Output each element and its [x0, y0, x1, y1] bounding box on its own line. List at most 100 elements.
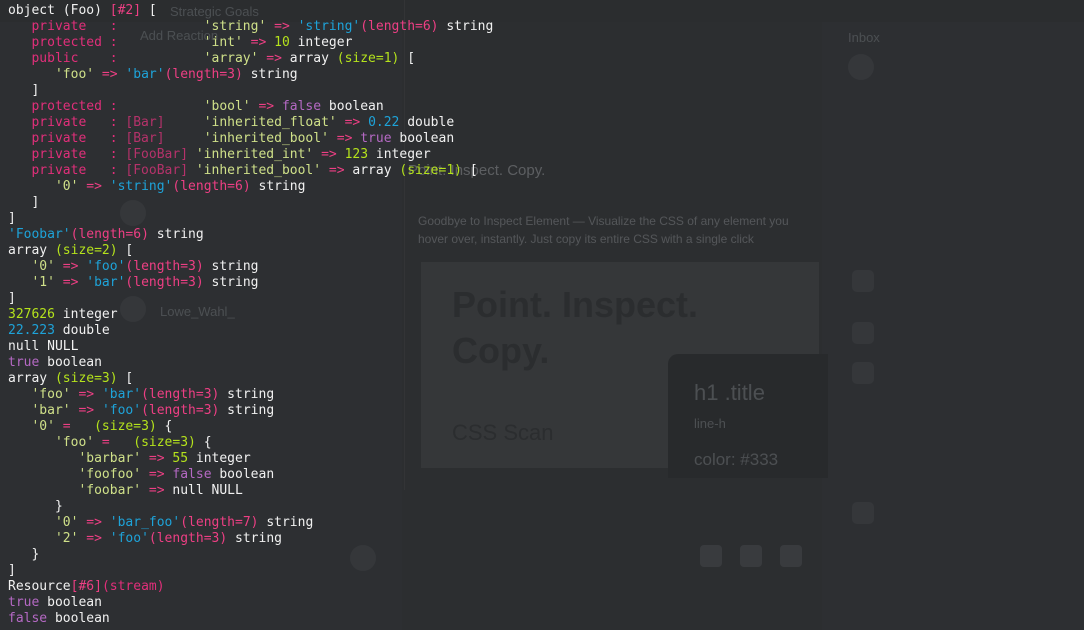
number-value: (size=2) [54, 243, 118, 258]
number-value: (size=3) [54, 371, 118, 386]
type-label: array [289, 51, 337, 66]
array-key: 'inherited_int' [195, 147, 314, 162]
meta-annotation: => [250, 99, 282, 114]
visibility-keyword: private : [31, 147, 118, 162]
type-label: string [438, 19, 494, 34]
array-key: '0' [54, 179, 79, 194]
class-name: [FooBar] [125, 163, 189, 178]
punctuation: [ [117, 371, 134, 386]
array-key: 'foo' [54, 67, 95, 82]
punctuation [8, 259, 31, 274]
output-line: private : [FooBar] 'inherited_int' => 12… [8, 147, 493, 163]
punctuation: [ [399, 51, 416, 66]
output-line: 'bar' => 'foo'(length=3) string [8, 403, 493, 419]
punctuation [8, 51, 31, 66]
punctuation: [ [117, 243, 134, 258]
output-line: array (size=2) [ [8, 243, 493, 259]
visibility-keyword: public : [31, 51, 118, 66]
class-name: [Bar] [125, 131, 165, 146]
meta-annotation: => [328, 131, 361, 146]
meta-annotation: = [94, 435, 126, 450]
punctuation: { [156, 419, 173, 434]
punctuation: } [8, 499, 63, 514]
array-key: '1' [31, 275, 55, 290]
meta-annotation: (length=6) [70, 227, 149, 242]
output-line: ] [8, 211, 493, 227]
boolean-value: true [8, 595, 40, 610]
output-line: ] [8, 195, 493, 211]
gift-icon[interactable] [700, 545, 722, 567]
punctuation: } [8, 547, 40, 562]
meta-annotation: => [70, 403, 102, 418]
meta-annotation: (length=6) [172, 179, 251, 194]
sidebar-icon[interactable] [852, 322, 874, 344]
emoji-icon[interactable] [780, 545, 802, 567]
output-line: public : 'array' => array (size=1) [ [8, 51, 493, 67]
meta-annotation: => [78, 179, 110, 194]
number-value: 327626 [8, 307, 55, 322]
output-line: 'Foobar'(length=6) string [8, 227, 493, 243]
visibility-keyword: private : [31, 115, 118, 130]
punctuation [118, 51, 204, 66]
output-line: '1' => 'bar'(length=3) string [8, 275, 493, 291]
array-key: 'array' [203, 51, 259, 66]
string-value: 'string' [109, 179, 173, 194]
array-key: 'foo' [31, 387, 71, 402]
punctuation: ] [8, 211, 16, 226]
meta-annotation: (length=7) [180, 515, 259, 530]
punctuation [8, 163, 31, 178]
type-label: null NULL [8, 339, 79, 354]
sidebar-icon[interactable] [852, 270, 874, 292]
number-value: 123 [344, 147, 369, 162]
string-value: 'foo' [101, 403, 142, 418]
meta-annotation: (length=3) [141, 403, 220, 418]
visibility-keyword: private : [31, 163, 118, 178]
type-label: string [227, 531, 282, 546]
type-label: boolean [47, 611, 110, 626]
meta-annotation: (length=6) [360, 19, 439, 34]
punctuation [118, 99, 204, 114]
sidebar-icon[interactable] [852, 362, 874, 384]
output-line: '0' = (size=3) { [8, 419, 493, 435]
output-line: } [8, 499, 493, 515]
gif-icon[interactable] [740, 545, 762, 567]
boolean-value: false [8, 611, 48, 626]
type-label: double [54, 323, 110, 338]
type-label: string [203, 275, 259, 290]
output-line: null NULL [8, 339, 493, 355]
boolean-value: true [8, 355, 40, 370]
output-line: private : [Bar] 'inherited_bool' => true… [8, 131, 493, 147]
output-line: 'foofoo' => false boolean [8, 467, 493, 483]
number-value: (size=3) [125, 435, 196, 450]
meta-annotation: => [141, 451, 173, 466]
type-label: Resource [8, 579, 71, 594]
panel-text: Inbox [848, 30, 880, 45]
visibility-keyword: private : [31, 131, 118, 146]
sidebar-icon[interactable] [852, 502, 874, 524]
inspector-card: h1 .title line-h color: #333 [668, 354, 828, 478]
punctuation [8, 515, 55, 530]
type-label: string [242, 67, 298, 82]
type-label: integer [289, 35, 353, 50]
visibility-keyword: (stream) [101, 579, 165, 594]
meta-annotation: => [141, 467, 173, 482]
boolean-value: false [172, 467, 212, 482]
type-label: string [250, 179, 306, 194]
output-line: ] [8, 83, 493, 99]
meta-annotation: => [258, 51, 290, 66]
avatar[interactable] [848, 54, 874, 80]
output-line: '0' => 'foo'(length=3) string [8, 259, 493, 275]
meta-annotation: => [94, 67, 126, 82]
type-label: boolean [211, 467, 275, 482]
punctuation: ] [8, 83, 40, 98]
type-label: array [8, 243, 55, 258]
meta-annotation: => [266, 19, 298, 34]
output-line: private : [Bar] 'inherited_float' => 0.2… [8, 115, 493, 131]
meta-annotation: => [70, 387, 102, 402]
array-key: 'string' [203, 19, 267, 34]
array-key: 'foo' [54, 435, 95, 450]
type-label: integer [54, 307, 118, 322]
type-label: string [203, 259, 259, 274]
output-line: private : [FooBar] 'inherited_bool' => a… [8, 163, 493, 179]
meta-annotation: => [336, 115, 369, 130]
